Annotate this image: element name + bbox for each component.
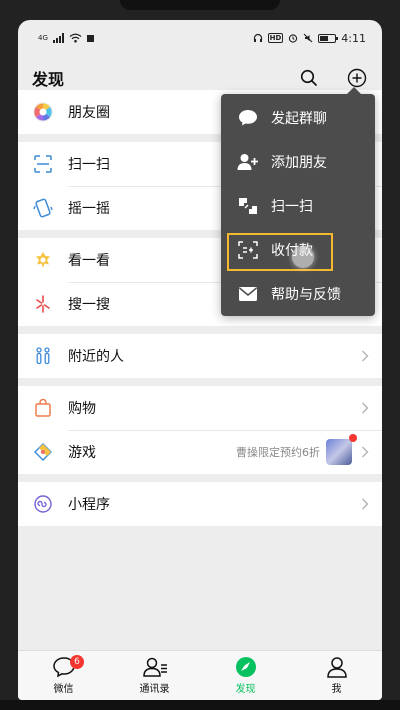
add-friend-icon — [237, 151, 259, 173]
menu-item-label: 发起群聊 — [271, 111, 327, 127]
unread-badge: 6 — [70, 655, 84, 669]
menu-item-add-friend[interactable]: 添加朋友 — [221, 140, 375, 184]
menu-item-group-chat[interactable]: 发起群聊 — [221, 96, 375, 140]
notification-square-icon — [86, 34, 94, 42]
tab-label: 发现 — [235, 684, 256, 695]
add-menu-button[interactable] — [346, 67, 368, 89]
group-chat-icon — [237, 107, 259, 129]
me-icon — [326, 657, 347, 678]
list-item-label: 小程序 — [68, 497, 110, 513]
phone-notch — [120, 0, 280, 10]
status-left: 4G — [38, 33, 94, 43]
tab-label: 微信 — [53, 684, 74, 695]
menu-item-label: 帮助与反馈 — [271, 287, 341, 303]
touch-indicator — [292, 246, 314, 268]
top-stories-icon — [32, 249, 54, 271]
page-title: 发现 — [32, 70, 65, 89]
shopping-icon — [32, 397, 54, 419]
menu-item-label: 扫一扫 — [271, 199, 313, 215]
game-avatar — [326, 434, 357, 465]
menu-item-scan[interactable]: 扫一扫 — [221, 184, 375, 228]
list-item-label: 购物 — [68, 401, 96, 417]
list-item-mini-programs[interactable]: 小程序 — [18, 482, 382, 526]
add-popup-menu: 发起群聊 添加朋友 扫一扫 收付款 帮助与反馈 — [221, 87, 375, 316]
money-icon — [237, 239, 259, 261]
red-dot-badge — [349, 434, 357, 442]
hd-badge: HD — [267, 33, 284, 43]
mini-programs-icon — [32, 493, 54, 515]
clock-time: 4:11 — [341, 31, 366, 45]
chevron-right-icon — [360, 445, 370, 459]
list-item-shopping[interactable]: 购物 — [18, 386, 382, 430]
group-nearby: 附近的人 — [18, 334, 382, 378]
chevron-right-icon — [360, 349, 370, 363]
scan-icon — [237, 195, 259, 217]
plus-circle-icon — [347, 68, 367, 88]
status-bar: 4G HD 4:11 — [18, 20, 382, 56]
wifi-icon — [69, 33, 82, 43]
tab-chats[interactable]: 6 微信 — [18, 651, 109, 700]
group-mini-programs: 小程序 — [18, 482, 382, 526]
tab-me[interactable]: 我 — [291, 651, 382, 700]
menu-item-money[interactable]: 收付款 — [221, 228, 375, 272]
phone-bottom-edge — [0, 700, 400, 710]
shake-icon — [32, 197, 54, 219]
games-promo-text: 曹操限定预约6折 — [236, 446, 320, 459]
silent-icon — [303, 33, 313, 43]
tab-label: 我 — [331, 684, 342, 695]
list-item-label: 附近的人 — [68, 349, 124, 365]
phone-frame: 4G HD 4:11 发现 朋友圈 扫一扫 摇一摇 看一看 搜一搜 附近的人 购… — [0, 0, 400, 710]
list-item-games[interactable]: 游戏 曹操限定预约6折 — [18, 430, 382, 474]
chevron-right-icon — [360, 497, 370, 511]
network-type-label: 4G — [38, 34, 48, 42]
battery-icon — [318, 33, 339, 43]
tab-contacts[interactable]: 通讯录 — [109, 651, 200, 700]
list-item-label: 游戏 — [68, 445, 96, 461]
bottom-tab-bar: 6 微信 通讯录 发现 我 — [18, 650, 382, 700]
screen: 4G HD 4:11 发现 朋友圈 扫一扫 摇一摇 看一看 搜一搜 附近的人 购… — [18, 20, 382, 700]
search-feature-icon — [32, 293, 54, 315]
contacts-icon — [142, 657, 167, 677]
tab-discover[interactable]: 发现 — [200, 651, 291, 700]
headphones-icon — [253, 33, 262, 42]
status-right: HD 4:11 — [253, 32, 366, 45]
moments-icon — [32, 101, 54, 123]
people-nearby-icon — [32, 345, 54, 367]
list-item-people-nearby[interactable]: 附近的人 — [18, 334, 382, 378]
menu-item-feedback[interactable]: 帮助与反馈 — [221, 272, 375, 316]
search-icon — [300, 69, 317, 86]
discover-compass-icon — [235, 657, 256, 677]
games-icon — [32, 441, 54, 463]
feedback-icon — [237, 283, 259, 305]
scan-icon — [32, 153, 54, 175]
menu-item-label: 添加朋友 — [271, 155, 327, 171]
header-actions — [298, 67, 368, 89]
tab-label: 通讯录 — [139, 684, 170, 695]
chevron-right-icon — [360, 401, 370, 415]
group-shop-games: 购物 游戏 曹操限定预约6折 — [18, 386, 382, 474]
alarm-icon — [289, 34, 298, 43]
search-button[interactable] — [298, 67, 320, 89]
signal-icon — [52, 33, 64, 43]
